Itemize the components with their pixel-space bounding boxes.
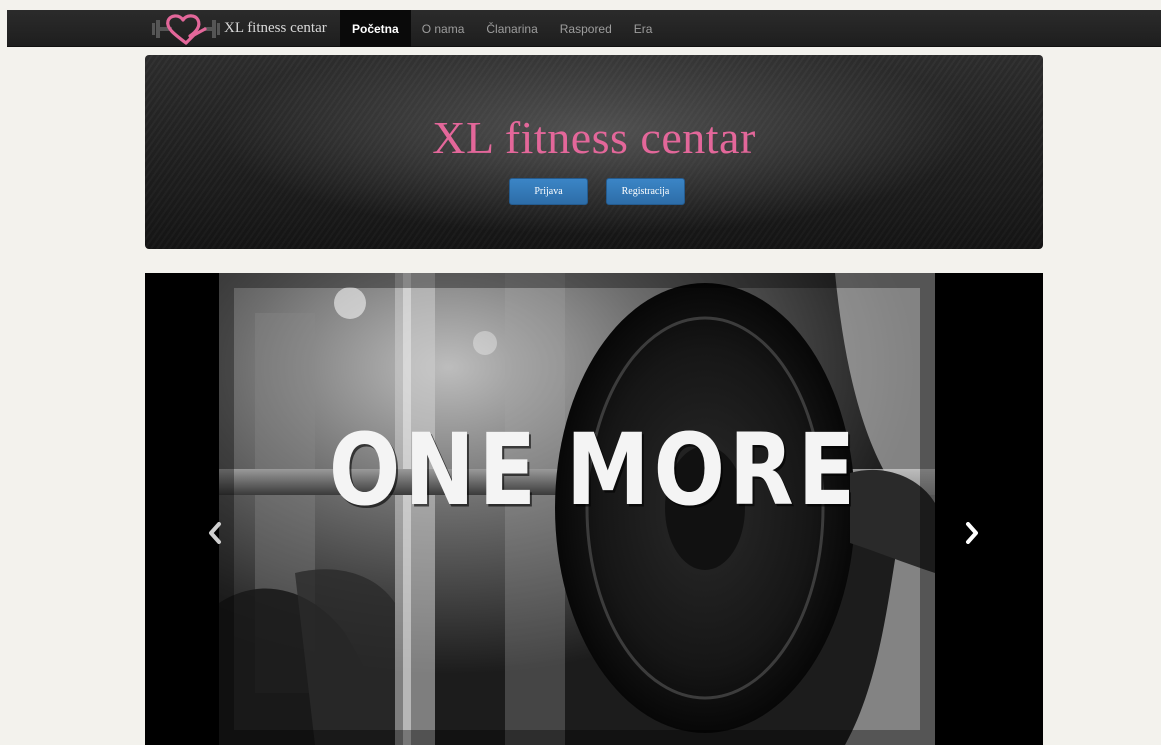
nav-item-era[interactable]: Era bbox=[623, 10, 664, 47]
carousel-prev-button[interactable] bbox=[200, 518, 230, 548]
carousel-next-button[interactable] bbox=[957, 518, 987, 548]
heart-dumbbell-logo-icon bbox=[152, 13, 220, 45]
chevron-left-icon bbox=[209, 522, 221, 544]
slide-caption: ONE MORE bbox=[145, 412, 1043, 528]
nav-item-raspored[interactable]: Raspored bbox=[549, 10, 623, 47]
brand-link[interactable]: XL fitness centar bbox=[150, 10, 327, 47]
caption-word-more: MORE bbox=[566, 412, 860, 528]
register-button[interactable]: Registracija bbox=[606, 178, 685, 205]
main-nav: Početna O nama Članarina Raspored Era bbox=[340, 10, 663, 47]
nav-item-clanarina[interactable]: Članarina bbox=[475, 10, 548, 47]
nav-item-o-nama[interactable]: O nama bbox=[411, 10, 476, 47]
chevron-right-icon bbox=[966, 522, 978, 544]
hero-banner: XL fitness centar Prijava Registracija bbox=[145, 55, 1043, 249]
top-navbar: XL fitness centar Početna O nama Članari… bbox=[7, 10, 1161, 47]
hero-title: XL fitness centar bbox=[432, 112, 756, 163]
image-carousel: ONE MORE bbox=[145, 273, 1043, 745]
caption-word-one: ONE bbox=[328, 412, 541, 528]
hero-actions: Prijava Registracija bbox=[145, 178, 1043, 205]
login-button[interactable]: Prijava bbox=[509, 178, 588, 205]
brand-name: XL fitness centar bbox=[224, 20, 327, 36]
nav-item-pocetna[interactable]: Početna bbox=[340, 10, 411, 47]
